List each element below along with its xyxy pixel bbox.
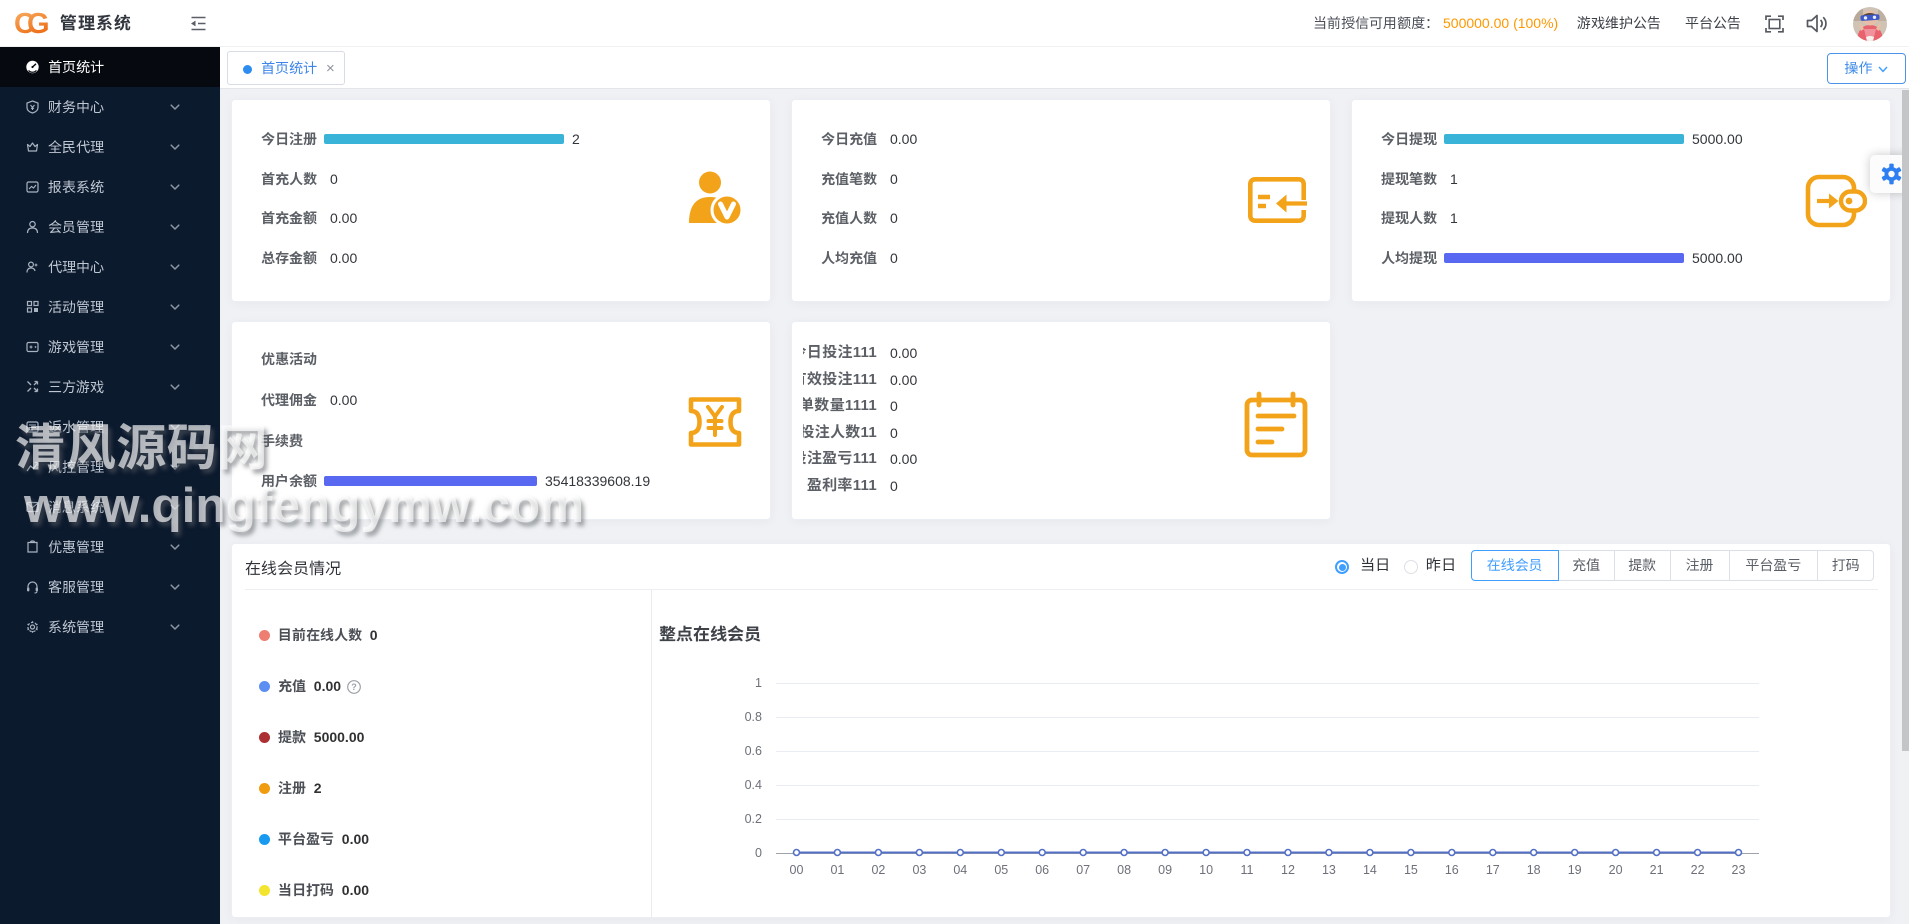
svg-text:0.8: 0.8 [745, 710, 762, 724]
svg-text:06: 06 [1035, 863, 1049, 877]
svg-text:02: 02 [871, 863, 885, 877]
svg-text:0.4: 0.4 [745, 778, 762, 792]
svg-text:03: 03 [912, 863, 926, 877]
svg-text:08: 08 [1117, 863, 1131, 877]
svg-text:0.6: 0.6 [745, 744, 762, 758]
svg-text:13: 13 [1322, 863, 1336, 877]
svg-text:0: 0 [755, 846, 762, 860]
svg-text:17: 17 [1486, 863, 1500, 877]
svg-text:20: 20 [1609, 863, 1623, 877]
svg-text:21: 21 [1650, 863, 1664, 877]
svg-text:01: 01 [830, 863, 844, 877]
svg-text:15: 15 [1404, 863, 1418, 877]
svg-text:05: 05 [994, 863, 1008, 877]
svg-text:18: 18 [1527, 863, 1541, 877]
svg-text:23: 23 [1732, 863, 1746, 877]
svg-text:?: ? [351, 682, 357, 692]
svg-text:11: 11 [1241, 863, 1254, 877]
svg-text:04: 04 [953, 863, 967, 877]
svg-text:07: 07 [1076, 863, 1090, 877]
svg-text:1: 1 [755, 676, 762, 690]
svg-text:09: 09 [1158, 863, 1172, 877]
svg-text:00: 00 [790, 863, 804, 877]
svg-text:12: 12 [1281, 863, 1295, 877]
svg-text:0.2: 0.2 [745, 812, 762, 826]
svg-text:16: 16 [1445, 863, 1459, 877]
svg-text:10: 10 [1199, 863, 1213, 877]
svg-text:14: 14 [1363, 863, 1377, 877]
svg-text:19: 19 [1568, 863, 1582, 877]
svg-text:CG: CG [14, 10, 48, 38]
svg-text:22: 22 [1691, 863, 1705, 877]
